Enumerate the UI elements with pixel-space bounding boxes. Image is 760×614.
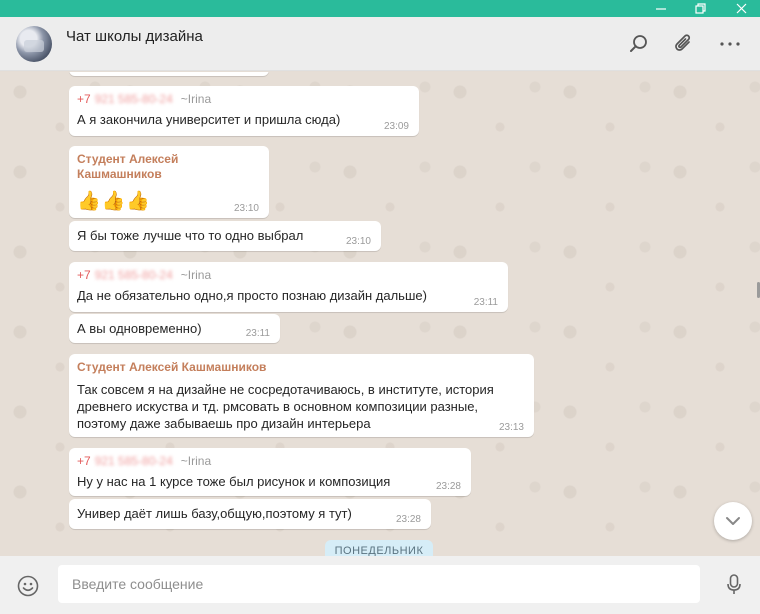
- scroll-down-button[interactable]: [714, 502, 752, 540]
- message-sender-name[interactable]: Студент Алексей Кашмашников: [77, 360, 526, 375]
- chat-title[interactable]: Чат школы дизайна: [66, 28, 203, 45]
- restore-icon[interactable]: [686, 0, 716, 17]
- thumbs-up-icon: 👍: [77, 190, 101, 212]
- emoji-icon[interactable]: [15, 573, 41, 599]
- message-bubble[interactable]: Я бы тоже лучше что то одно выбрал 23:10: [69, 221, 381, 251]
- message-text: Универ даёт лишь базу,общую,поэтому я ту…: [77, 506, 352, 521]
- more-icon[interactable]: [717, 31, 743, 57]
- message-time: 23:10: [345, 236, 371, 247]
- message-bubble[interactable]: +7 921 585-80-24 ~Irina Ну у нас на 1 курс…: [69, 448, 471, 496]
- thumbs-up-icon: 👍: [126, 190, 151, 212]
- message-time: 23:10: [233, 203, 259, 214]
- sender-phone: +7: [77, 92, 91, 106]
- message-bubble[interactable]: +7 921 585-80-24 ~Irina Да не обязательно …: [69, 262, 508, 312]
- message-time: 23:11: [473, 297, 498, 308]
- thumbs-up-icon: 👍: [101, 190, 126, 212]
- sender-phone-hidden: 921 585-80-24: [94, 268, 173, 282]
- close-icon[interactable]: [726, 0, 756, 17]
- paperclip-icon[interactable]: [671, 31, 697, 57]
- message-text-line: древнего искуства и тд. рмсовать в основ…: [77, 399, 479, 414]
- window-titlebar: [0, 0, 760, 17]
- chat-messages-area[interactable]: +7 921 585-80-24 ~Irina А я закончила унив…: [0, 72, 760, 556]
- sender-phone-hidden: 921 585-80-24: [94, 92, 173, 106]
- message-text: А вы одновременно): [77, 321, 202, 336]
- sender-nickname: ~Irina: [180, 92, 212, 106]
- message-bubble[interactable]: А вы одновременно) 23:11: [69, 314, 280, 343]
- message-time: 23:09: [383, 121, 409, 132]
- sender-phone-hidden: 921 585-80-24: [94, 454, 173, 468]
- message-text: Да не обязательно одно,я просто познаю д…: [77, 288, 427, 303]
- sender-phone: +7: [77, 268, 91, 282]
- sender-nickname: ~Irina: [180, 268, 212, 282]
- message-time: 23:11: [245, 328, 270, 339]
- message-text-line: Так совсем я на дизайне не сосредотачива…: [77, 382, 494, 397]
- sender-nickname: ~Irina: [180, 454, 212, 468]
- chat-header: Чат школы дизайна: [0, 17, 760, 71]
- avatar[interactable]: [16, 26, 52, 62]
- message-time: 23:28: [395, 514, 421, 525]
- message-composer: [0, 556, 760, 614]
- search-icon[interactable]: [626, 31, 652, 57]
- message-bubble[interactable]: Универ даёт лишь базу,общую,поэтому я ту…: [69, 499, 431, 529]
- message-time: 23:13: [498, 422, 524, 433]
- chevron-down-icon: [726, 517, 740, 525]
- message-bubble[interactable]: Студент Алексей Кашмашников 👍 👍 👍 23:10: [69, 146, 269, 218]
- minimize-icon[interactable]: [646, 0, 676, 17]
- message-sender[interactable]: +7 921 585-80-24 ~Irina: [77, 268, 500, 283]
- message-text: Я бы тоже лучше что то одно выбрал: [77, 228, 304, 243]
- message-bubble[interactable]: +7 921 585-80-24 ~Irina А я закончила унив…: [69, 86, 419, 136]
- message-sender[interactable]: +7 921 585-80-24 ~Irina: [77, 92, 411, 107]
- message-text-line: поэтому даже забываешь про дизайн интерь…: [77, 416, 371, 431]
- message-sender[interactable]: +7 921 585-80-24 ~Irina: [77, 454, 463, 469]
- message-text: Ну у нас на 1 курсе тоже был рисунок и к…: [77, 474, 391, 489]
- microphone-icon[interactable]: [721, 572, 747, 598]
- message-sender-name[interactable]: Студент Алексей Кашмашников: [77, 152, 261, 182]
- message-bubble-partial: [69, 72, 269, 76]
- message-input[interactable]: [58, 565, 700, 603]
- message-time: 23:28: [435, 481, 461, 492]
- message-text: А я закончила университет и пришла сюда): [77, 112, 341, 127]
- message-bubble[interactable]: Студент Алексей Кашмашников Так совсем я…: [69, 354, 534, 437]
- sender-phone: +7: [77, 454, 91, 468]
